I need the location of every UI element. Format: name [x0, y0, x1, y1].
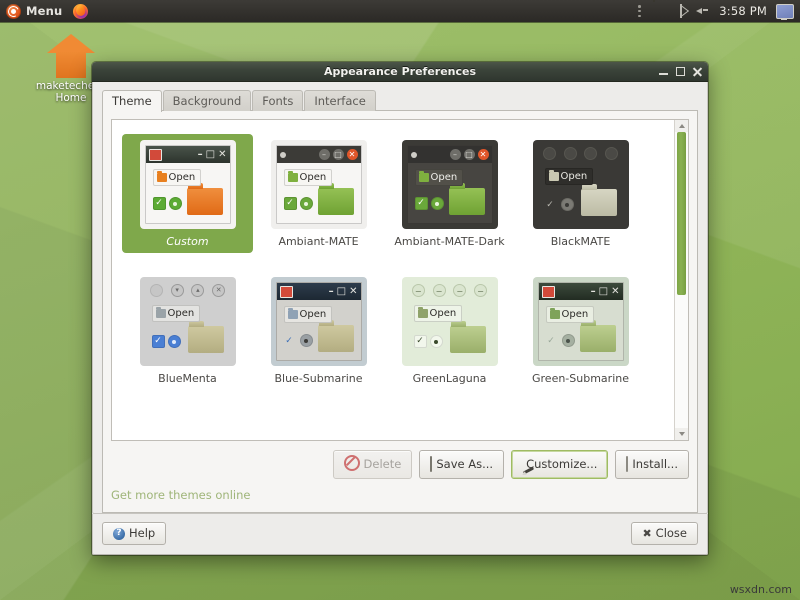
scrollbar-thumb[interactable]	[677, 132, 686, 295]
save-as-icon	[430, 458, 432, 471]
firefox-icon[interactable]	[73, 4, 88, 19]
tab-fonts[interactable]: Fonts	[252, 90, 303, 111]
theme-item[interactable]: –□✕Open✓ Ambiant-MATE-Dark	[384, 134, 515, 253]
theme-name-label: Blue-Submarine	[274, 372, 362, 385]
appearance-preferences-window: Appearance Preferences ThemeBackgroundFo…	[92, 62, 708, 555]
help-button-label: Help	[129, 527, 155, 540]
window-footer: ? Help ✖ Close	[92, 514, 708, 555]
ubuntu-logo-icon	[6, 4, 21, 19]
theme-list[interactable]: –□✕Open✓Custom–□✕Open✓Ambiant-MATE–□✕Ope…	[112, 120, 674, 440]
window-title: Appearance Preferences	[92, 65, 708, 78]
theme-preview: –□✕Open✓	[271, 277, 367, 366]
customize-button[interactable]: Customize...	[511, 450, 608, 479]
save-as-button[interactable]: Save As...	[419, 450, 504, 479]
minimize-button[interactable]	[659, 67, 668, 76]
close-button-label: Close	[656, 527, 687, 540]
window-titlebar[interactable]: Appearance Preferences	[92, 62, 708, 82]
install-button[interactable]: Install...	[615, 450, 689, 479]
tab-bar: ThemeBackgroundFontsInterface	[102, 90, 698, 111]
theme-name-label: BlueMenta	[158, 372, 217, 385]
window-body: ThemeBackgroundFontsInterface –□✕Open✓ Cu…	[92, 82, 708, 514]
tab-theme[interactable]: Theme	[102, 90, 162, 112]
delete-button: Delete	[333, 450, 413, 479]
help-button[interactable]: ? Help	[102, 522, 166, 545]
window-controls	[659, 62, 702, 81]
button-label: Save As...	[436, 458, 493, 471]
theme-item[interactable]: –□✕Open✓ Custom	[122, 134, 253, 253]
theme-name-label: Ambiant-MATE-Dark	[394, 235, 504, 248]
theme-item[interactable]: ▾▴✕Open✓ BlueMenta	[122, 271, 253, 390]
theme-item[interactable]: ⚊⚊⚊⚊Open✓ GreenLaguna	[384, 271, 515, 390]
button-label: Customize...	[526, 458, 597, 471]
bluetooth-icon[interactable]	[675, 4, 687, 18]
theme-preview: Open✓	[533, 140, 629, 229]
theme-preview: –□✕Open✓	[271, 140, 367, 229]
close-icon: ✖	[642, 528, 651, 539]
theme-name-label: BlackMATE	[551, 235, 611, 248]
scroll-down-arrow-icon[interactable]	[675, 428, 688, 440]
scroll-up-arrow-icon[interactable]	[675, 120, 688, 132]
theme-name-label: Ambiant-MATE	[278, 235, 358, 248]
watermark: wsxdn.com	[730, 583, 792, 596]
tab-interface[interactable]: Interface	[304, 90, 376, 111]
theme-action-buttons: Delete Save As... Customize... Install...	[111, 450, 689, 479]
theme-item[interactable]: –□✕Open✓ Blue-Submarine	[253, 271, 384, 390]
help-icon: ?	[113, 528, 125, 540]
theme-preview: –□✕Open✓	[140, 140, 236, 229]
theme-item[interactable]: –□✕Open✓ Green-Submarine	[515, 271, 646, 390]
network-icon[interactable]	[650, 4, 666, 18]
button-label: Delete	[364, 458, 402, 471]
tab-background[interactable]: Background	[163, 90, 252, 111]
clock-label[interactable]: 3:58 PM	[719, 4, 767, 18]
theme-item[interactable]: Open✓ BlackMATE	[515, 134, 646, 253]
scrollbar-track[interactable]	[675, 132, 688, 428]
menu-button-label: Menu	[26, 4, 62, 18]
theme-name-label: GreenLaguna	[413, 372, 487, 385]
panel-left-section: Menu	[0, 3, 88, 20]
theme-list-container: –□✕Open✓Custom–□✕Open✓Ambiant-MATE–□✕Ope…	[111, 119, 689, 441]
theme-preview: –□✕Open✓	[533, 277, 629, 366]
install-icon	[626, 458, 628, 471]
button-label: Install...	[632, 458, 678, 471]
panel-right-section: 3:58 PM	[638, 4, 800, 19]
top-panel: Menu 3:58 PM	[0, 0, 800, 22]
theme-item[interactable]: –□✕Open✓ Ambiant-MATE	[253, 134, 384, 253]
theme-name-label: Green-Submarine	[532, 372, 629, 385]
volume-icon[interactable]	[696, 5, 710, 17]
theme-preview: ⚊⚊⚊⚊Open✓	[402, 277, 498, 366]
home-folder-icon	[43, 34, 99, 78]
theme-name-label: Custom	[166, 235, 208, 248]
theme-preview: –□✕Open✓	[402, 140, 498, 229]
close-window-button[interactable]	[693, 67, 702, 76]
maximize-button[interactable]	[676, 67, 685, 76]
theme-preview: ▾▴✕Open✓	[140, 277, 236, 366]
close-button[interactable]: ✖ Close	[631, 522, 698, 545]
tray-handle-icon[interactable]	[638, 5, 641, 17]
menu-button[interactable]: Menu	[4, 3, 67, 20]
get-more-themes-link[interactable]: Get more themes online	[111, 488, 689, 504]
theme-list-scrollbar[interactable]	[674, 120, 688, 440]
display-icon[interactable]	[776, 4, 794, 19]
delete-icon	[344, 455, 360, 474]
theme-tab-panel: –□✕Open✓Custom–□✕Open✓Ambiant-MATE–□✕Ope…	[102, 110, 698, 513]
